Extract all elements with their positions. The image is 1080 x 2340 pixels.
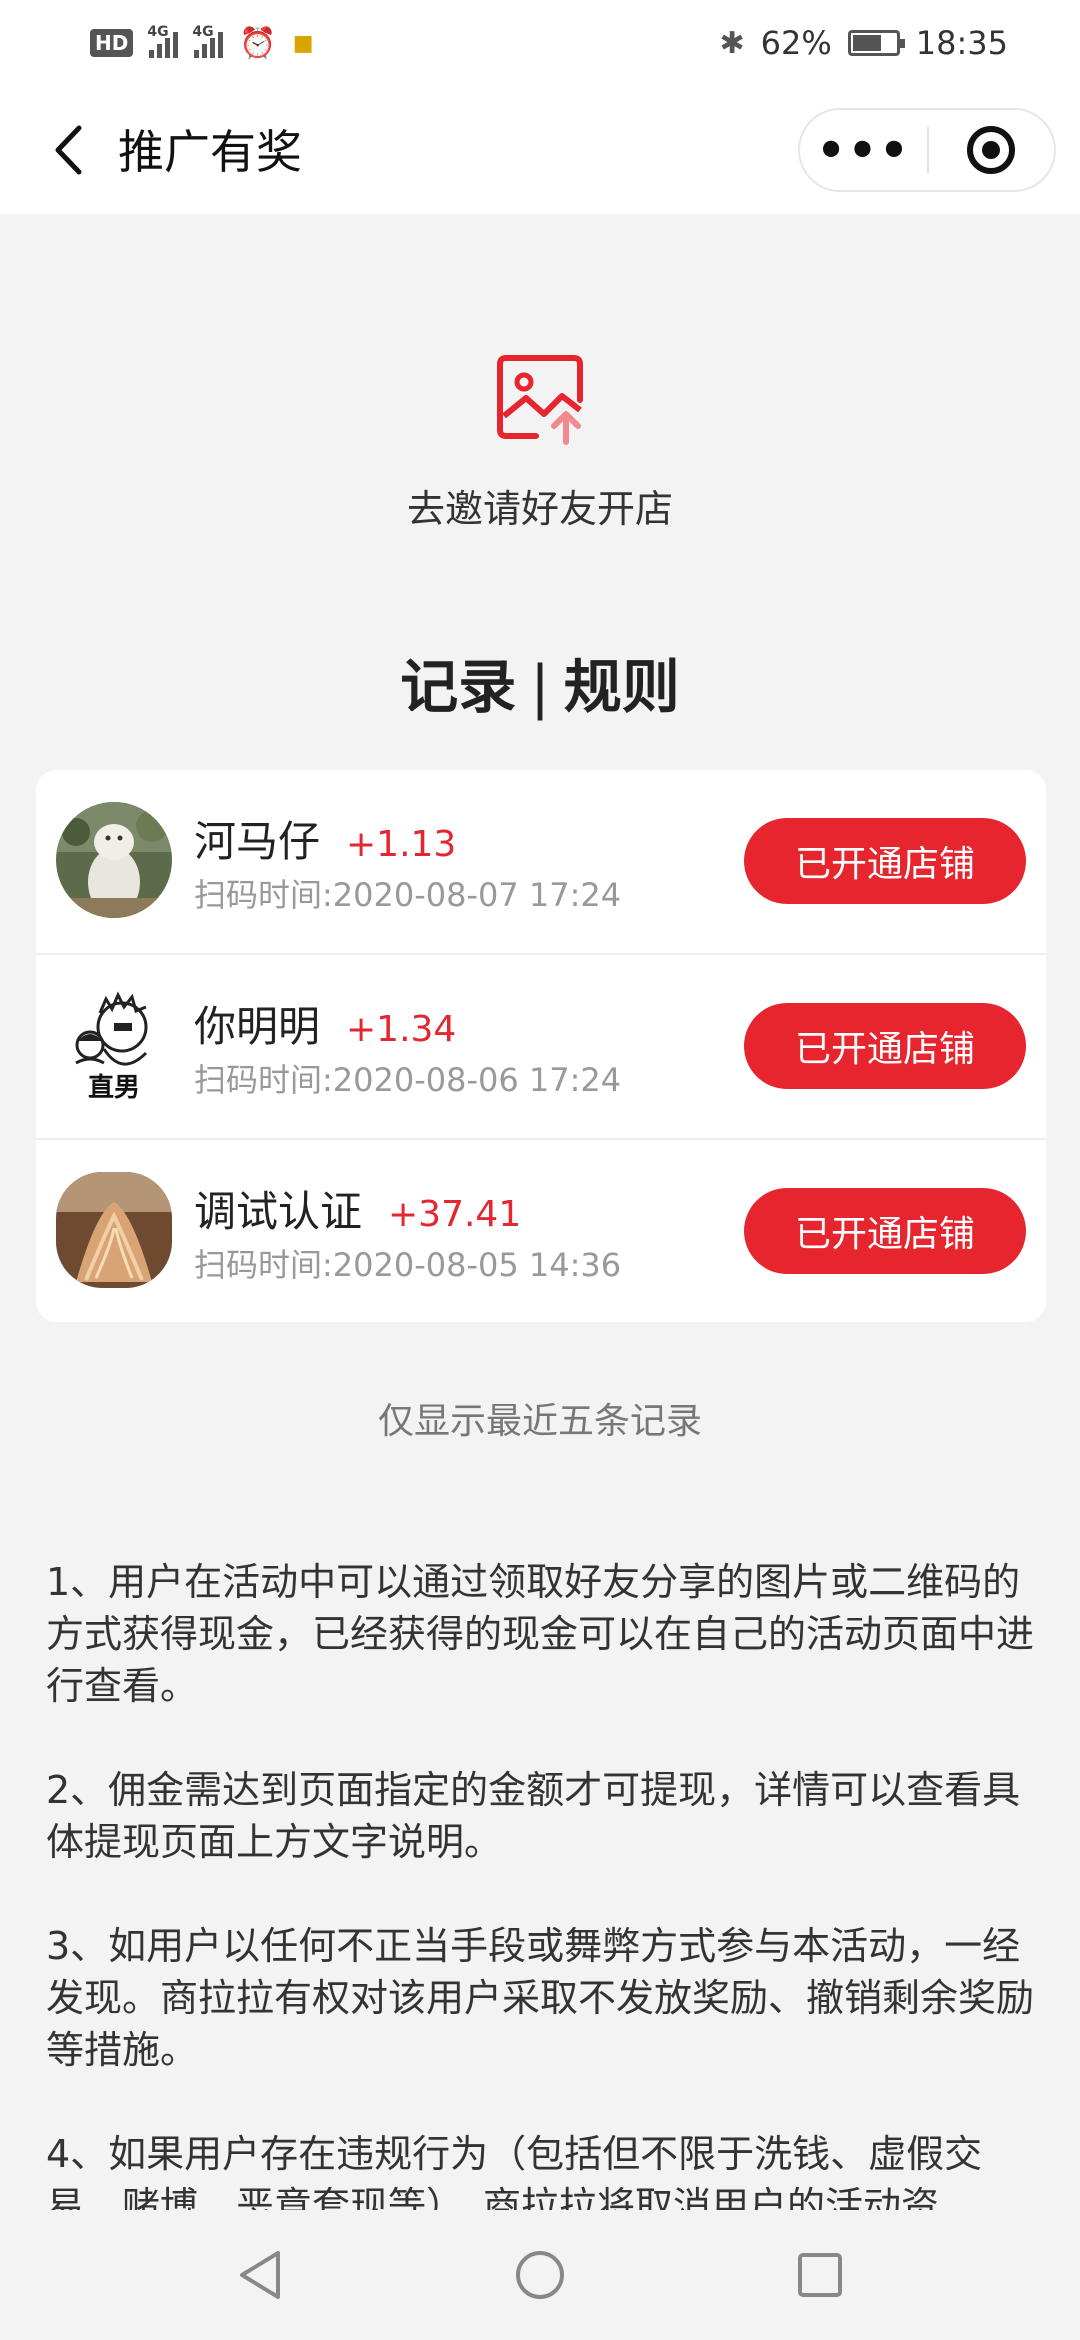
record-time: 扫码时间:2020-08-07 17:24: [194, 876, 622, 914]
alarm-icon: ⏰: [239, 25, 277, 61]
rule-item: 3、如用户以任何不正当手段或舞弊方式参与本活动，一经发现。商拉拉有权对该用户采取…: [46, 1924, 1035, 2072]
avatar: [56, 1172, 172, 1288]
record-amount: +1.13: [346, 824, 457, 865]
home-circle-icon[interactable]: [514, 2249, 566, 2301]
list-item[interactable]: 调试认证 +37.41 扫码时间:2020-08-05 14:36 已开通店铺: [36, 1140, 1046, 1322]
record-amount: +1.34: [346, 1009, 457, 1050]
status-bar: HD 4G 4G ⏰ ■ ✱ 62% 18:35: [0, 0, 1080, 86]
shop-opened-button[interactable]: 已开通店铺: [744, 1003, 1026, 1089]
more-button[interactable]: •••: [800, 110, 927, 190]
rule-item: 2、佣金需达到页面指定的金额才可提现，详情可以查看具体提现页面上方文字说明。: [46, 1768, 1021, 1864]
list-item[interactable]: 直男 你明明 +1.34 扫码时间:2020-08-06 17:24 已开通店铺: [36, 955, 1046, 1140]
tab-records[interactable]: 记录: [400, 653, 516, 721]
miniprogram-capsule: •••: [798, 108, 1056, 192]
tab-separator: |: [530, 653, 550, 721]
rules-section: 1、用户在活动中可以通过领取好友分享的图片或二维码的方式获得现金，已经获得的现金…: [46, 1556, 1036, 2284]
notification-icon: ■: [292, 30, 314, 56]
invite-label: 去邀请好友开店: [406, 487, 673, 531]
sim1-label: 4G: [147, 24, 169, 40]
rule-item: 1、用户在活动中可以通过领取好友分享的图片或二维码的方式获得现金，已经获得的现金…: [46, 1560, 1035, 1708]
nav-bar: 推广有奖 •••: [0, 86, 1080, 214]
battery-percent: 62%: [760, 24, 832, 62]
record-time: 扫码时间:2020-08-06 17:24: [194, 1061, 622, 1099]
back-button[interactable]: [38, 118, 98, 182]
record-name-line: 你明明 +1.34: [194, 993, 456, 1054]
hd-badge: HD: [90, 29, 134, 57]
record-name-line: 调试认证 +37.41: [194, 1178, 521, 1239]
record-name-line: 河马仔 +1.13: [194, 808, 456, 869]
back-triangle-icon[interactable]: [236, 2249, 284, 2301]
record-amount: +37.41: [388, 1194, 522, 1235]
close-button[interactable]: [929, 110, 1054, 190]
clock: 18:35: [915, 24, 1008, 62]
avatar: [56, 802, 172, 918]
records-hint: 仅显示最近五条记录: [377, 1401, 702, 1442]
signal-icon-sim1: 4G: [147, 24, 179, 58]
invite-section[interactable]: 去邀请好友开店: [0, 350, 1080, 533]
list-item[interactable]: 河马仔 +1.13 扫码时间:2020-08-07 17:24 已开通店铺: [36, 770, 1046, 955]
target-icon: [967, 126, 1016, 174]
battery-icon: [847, 30, 905, 56]
app-root: HD 4G 4G ⏰ ■ ✱ 62% 18:35 推广有奖 ••• 去邀请好友开…: [0, 0, 1080, 2340]
bluetooth-icon: ✱: [719, 25, 745, 61]
shop-opened-button[interactable]: 已开通店铺: [744, 818, 1026, 904]
tab-rules[interactable]: 规则: [564, 653, 680, 721]
recents-square-icon[interactable]: [796, 2251, 844, 2299]
record-time: 扫码时间:2020-08-05 14:36: [194, 1246, 622, 1284]
avatar: 直男: [56, 987, 172, 1103]
record-name: 河马仔: [194, 817, 321, 866]
status-right: ✱ 62% 18:35: [720, 24, 1008, 62]
avatar-caption: 直男: [87, 1073, 140, 1103]
records-list: 河马仔 +1.13 扫码时间:2020-08-07 17:24 已开通店铺 直男: [36, 770, 1046, 1322]
page-title: 推广有奖: [118, 125, 302, 179]
image-upload-icon: [497, 355, 583, 445]
record-name: 调试认证: [194, 1187, 363, 1236]
system-nav-bar: [0, 2210, 1080, 2340]
shop-opened-button[interactable]: 已开通店铺: [744, 1188, 1026, 1274]
tabs: 记录 | 规则: [0, 640, 1080, 724]
record-name: 你明明: [194, 1002, 321, 1051]
signal-icon-sim2: 4G: [192, 24, 224, 58]
status-left: HD 4G 4G ⏰ ■: [90, 24, 314, 61]
chevron-left-icon: [55, 125, 82, 175]
sim2-label: 4G: [192, 24, 214, 40]
